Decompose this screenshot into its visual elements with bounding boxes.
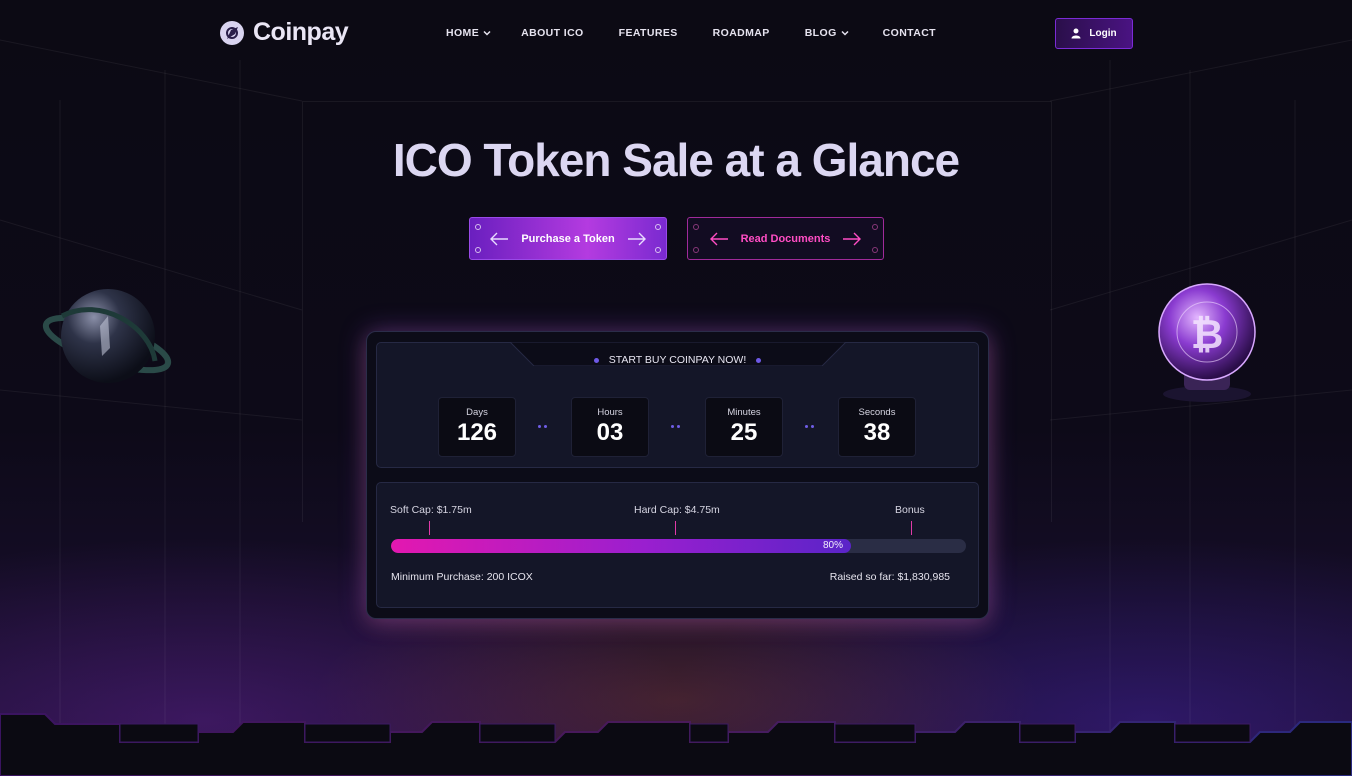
countdown-seconds: Seconds 38 bbox=[838, 397, 916, 457]
corner-dot bbox=[872, 247, 878, 253]
read-documents-button[interactable]: Read Documents bbox=[687, 217, 884, 260]
bullet-dot-icon bbox=[756, 357, 762, 363]
bonus-marker bbox=[911, 521, 912, 535]
floor-decoration bbox=[0, 713, 1352, 776]
planet-icon bbox=[42, 289, 172, 383]
progress-panel: Soft Cap: $1.75m Hard Cap: $4.75m Bonus … bbox=[376, 482, 979, 608]
countdown-minutes: Minutes 25 bbox=[705, 397, 783, 457]
read-documents-label: Read Documents bbox=[740, 232, 831, 245]
bonus-label: Bonus bbox=[895, 504, 925, 516]
arrow-left-icon bbox=[709, 232, 728, 245]
countdown-value: 25 bbox=[730, 419, 758, 446]
nav-item-features[interactable]: FEATURES bbox=[619, 27, 678, 39]
countdown-days: Days 126 bbox=[438, 397, 516, 457]
corner-dot bbox=[655, 224, 661, 230]
tab-label-text: START BUY COINPAY NOW! bbox=[608, 354, 747, 366]
hard-cap-marker bbox=[675, 521, 676, 535]
arrow-left-icon bbox=[490, 232, 509, 245]
start-buy-tab: START BUY COINPAY NOW! bbox=[377, 354, 978, 366]
nav-item-label: BLOG bbox=[804, 27, 837, 39]
hero-title: ICO Token Sale at a Glance bbox=[392, 134, 960, 186]
raised-so-far: Raised so far: $1,830,985 bbox=[829, 571, 950, 583]
countdown-label: Minutes bbox=[727, 407, 761, 418]
corner-dot bbox=[655, 247, 661, 253]
coinpay-logo-icon bbox=[220, 20, 244, 45]
purchase-token-button[interactable]: Purchase a Token bbox=[469, 217, 667, 260]
user-icon bbox=[1071, 28, 1081, 39]
nav-item-contact[interactable]: CONTACT bbox=[883, 27, 936, 39]
sale-progress-fill: 80% bbox=[391, 539, 851, 553]
main-nav: HOME ABOUT ICO FEATURES ROADMAP BLOG CON… bbox=[446, 27, 936, 39]
countdown-label: Seconds bbox=[858, 407, 896, 418]
nav-item-label: ABOUT ICO bbox=[521, 27, 584, 39]
progress-percent: 80% bbox=[822, 540, 843, 551]
countdown-separator bbox=[538, 425, 547, 428]
countdown-hours: Hours 03 bbox=[571, 397, 649, 457]
minimum-purchase: Minimum Purchase: 200 ICOX bbox=[391, 571, 533, 583]
corner-dot bbox=[693, 247, 699, 253]
countdown-value: 126 bbox=[456, 419, 498, 446]
nav-item-label: ROADMAP bbox=[712, 27, 770, 39]
countdown-label: Days bbox=[466, 407, 488, 418]
brand-logo[interactable]: Coinpay bbox=[219, 18, 349, 47]
corner-dot bbox=[475, 247, 481, 253]
countdown-panel: START BUY COINPAY NOW! Days 126 Hours 03… bbox=[376, 342, 979, 468]
login-button[interactable]: Login bbox=[1055, 18, 1133, 49]
login-label: Login bbox=[1089, 28, 1117, 39]
countdown-label: Hours bbox=[597, 407, 623, 418]
corner-dot bbox=[475, 224, 481, 230]
chevron-down-icon bbox=[841, 30, 849, 36]
countdown-value: 03 bbox=[596, 419, 624, 446]
corner-dot bbox=[693, 224, 699, 230]
soft-cap-marker bbox=[429, 521, 430, 535]
nav-item-label: FEATURES bbox=[618, 27, 678, 39]
bitcoin-globe-icon: ₿ bbox=[1158, 283, 1256, 402]
bullet-dot-icon bbox=[593, 357, 599, 363]
hard-cap-label: Hard Cap: $4.75m bbox=[634, 504, 720, 516]
brand-name: Coinpay bbox=[253, 18, 349, 46]
countdown-separator bbox=[805, 425, 814, 428]
arrow-right-icon bbox=[843, 232, 862, 245]
nav-item-blog[interactable]: BLOG bbox=[805, 27, 849, 39]
purchase-token-label: Purchase a Token bbox=[521, 232, 615, 245]
arrow-right-icon bbox=[627, 232, 646, 245]
soft-cap-label: Soft Cap: $1.75m bbox=[390, 504, 472, 516]
corner-dot bbox=[872, 224, 878, 230]
nav-item-label: HOME bbox=[446, 27, 480, 39]
countdown-value: 38 bbox=[863, 419, 891, 446]
svg-text:₿: ₿ bbox=[1191, 312, 1224, 358]
countdown-separator bbox=[671, 425, 680, 428]
nav-item-home[interactable]: HOME bbox=[446, 27, 491, 39]
sale-progress-bar: 80% bbox=[391, 539, 966, 553]
nav-item-label: CONTACT bbox=[882, 27, 936, 39]
chevron-down-icon bbox=[483, 30, 491, 36]
nav-item-about-ico[interactable]: ABOUT ICO bbox=[521, 27, 584, 39]
nav-item-roadmap[interactable]: ROADMAP bbox=[713, 27, 770, 39]
token-sale-card: START BUY COINPAY NOW! Days 126 Hours 03… bbox=[366, 331, 989, 619]
